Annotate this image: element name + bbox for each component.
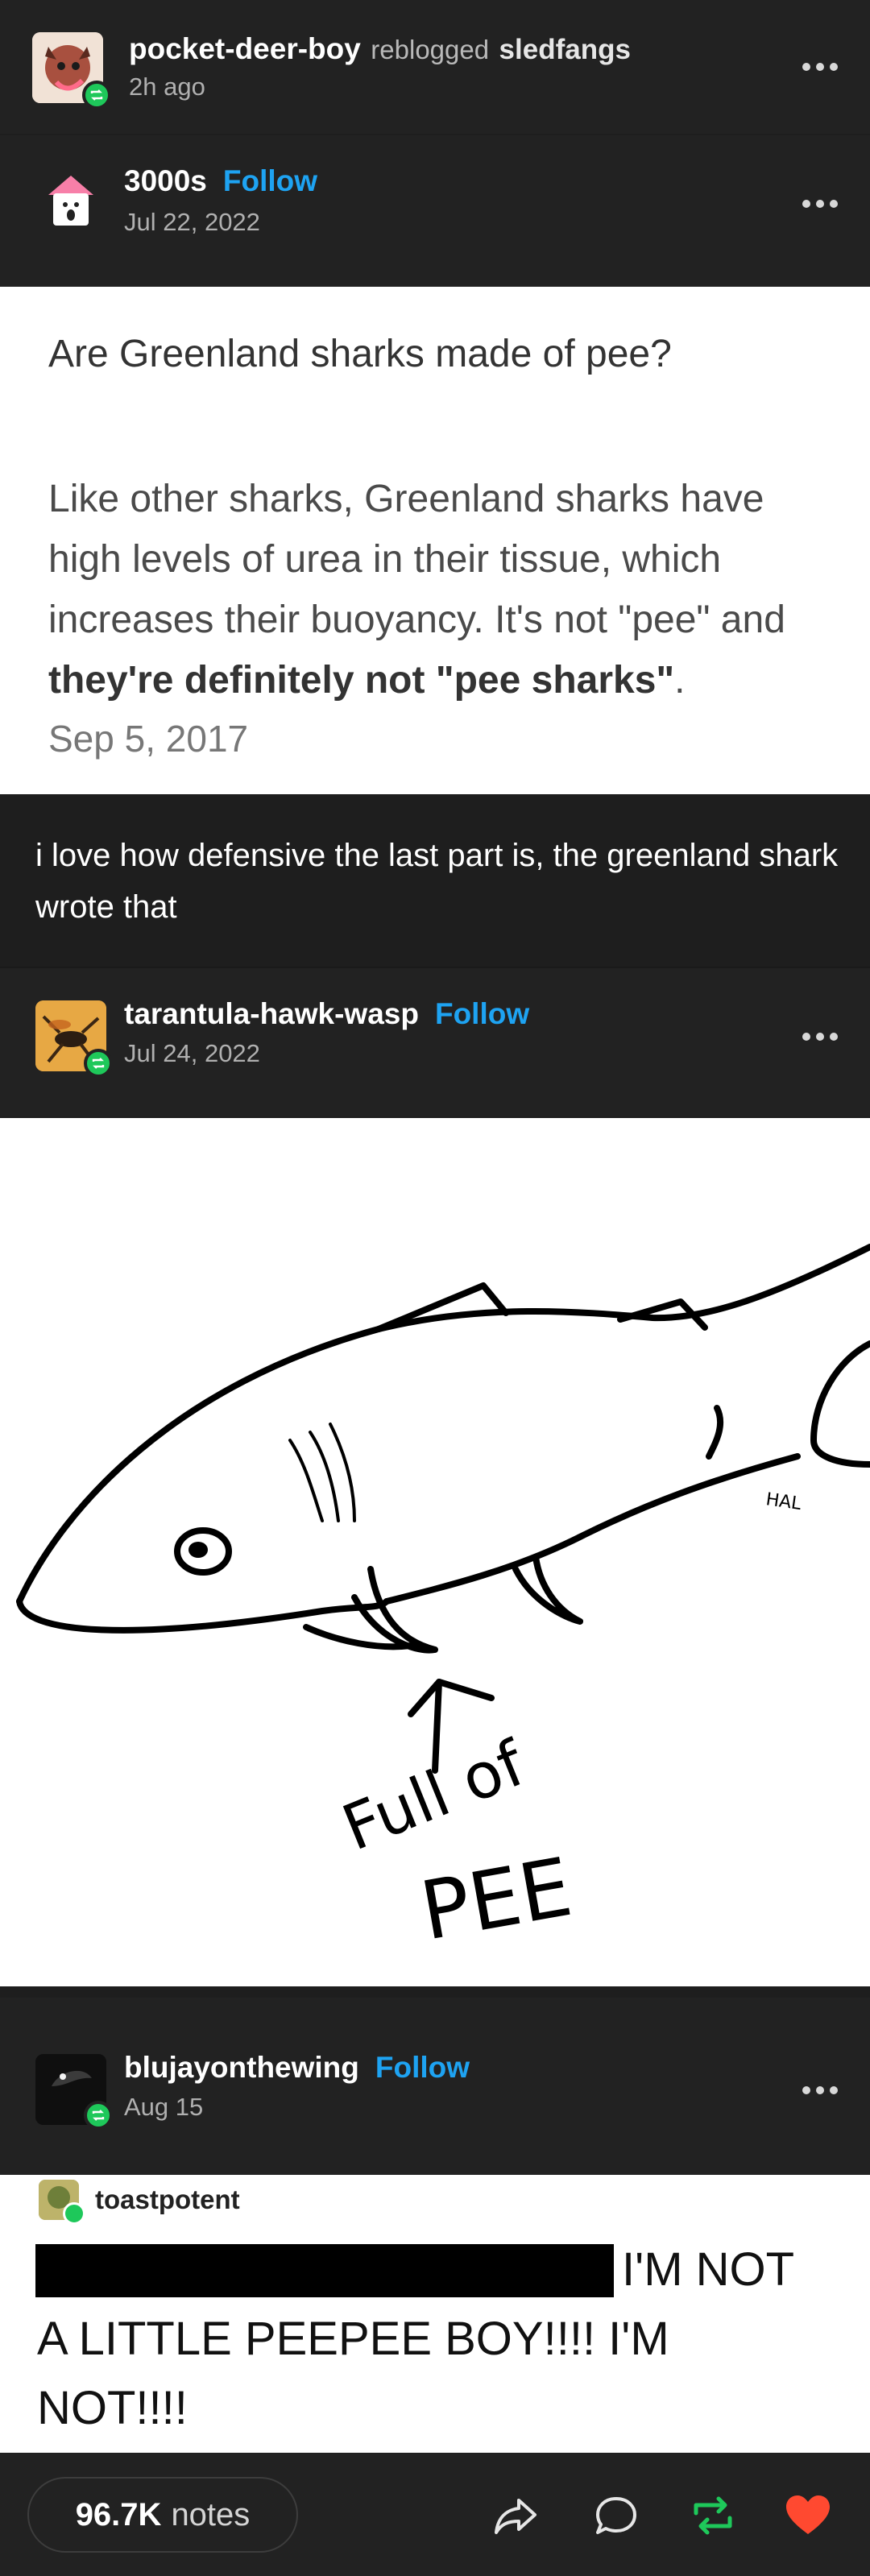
reblog-icon[interactable] — [690, 2494, 736, 2537]
more-icon[interactable] — [802, 2086, 838, 2094]
answer-date: Sep 5, 2017 — [48, 718, 249, 760]
shark-illustration: HAL Full of PEE — [16, 1244, 870, 1959]
notes-button[interactable]: 96.7K notes — [27, 2477, 298, 2553]
more-icon[interactable] — [802, 200, 838, 208]
post-title: 3000s Follow — [124, 164, 317, 198]
tweet-username: toastpotent — [95, 2185, 240, 2214]
blog-name[interactable]: blujayonthewing — [124, 2051, 359, 2085]
reblog-comment: i love how defensive the last part is, t… — [35, 838, 839, 925]
tweet-line-3: NOT!!!! — [37, 2382, 188, 2434]
post-title: blujayonthewing Follow — [124, 2051, 470, 2085]
reply-icon[interactable] — [593, 2494, 640, 2537]
share-icon[interactable] — [493, 2494, 540, 2537]
reblog-action: reblogged — [371, 35, 490, 64]
tweet-line-2: A LITTLE PEEPEE BOY!!!! I'M — [37, 2313, 669, 2365]
reblog-badge-icon — [84, 2101, 113, 2130]
artist-signature: HAL — [764, 1489, 803, 1514]
reblog-badge-icon — [84, 1049, 113, 1078]
blog-name[interactable]: 3000s — [124, 164, 207, 198]
answer-text: Like other sharks, Greenland sharks have… — [48, 478, 785, 641]
tweet-line-1: I'M NOT — [622, 2243, 795, 2296]
post-header-3000s: 3000s Follow Jul 22, 2022 — [0, 135, 870, 287]
follow-button[interactable]: Follow — [435, 997, 529, 1031]
more-icon[interactable] — [802, 63, 838, 71]
post-header-blujay: blujayonthewing Follow Aug 15 — [0, 1998, 870, 2175]
redaction-bar — [35, 2244, 614, 2297]
ask-answer: Like other sharks, Greenland sharks have… — [48, 469, 846, 710]
tumblr-post-view: pocket-deer-boy reblogged sledfangs 2h a… — [0, 0, 870, 2576]
answer-end: . — [674, 659, 686, 702]
reblog-time: 2h ago — [129, 72, 205, 101]
reblog-badge-icon — [63, 2202, 85, 2225]
blog-name[interactable]: tarantula-hawk-wasp — [124, 997, 419, 1031]
follow-button[interactable]: Follow — [375, 2051, 470, 2085]
post-footer: 96.7K notes — [0, 2454, 870, 2576]
shark-drawing: HAL Full of PEE — [0, 1118, 870, 1986]
reblogger-name[interactable]: pocket-deer-boy — [129, 32, 361, 65]
reblog-source[interactable]: sledfangs — [499, 34, 631, 65]
reblog-badge-icon — [82, 81, 111, 110]
post-title: tarantula-hawk-wasp Follow — [124, 997, 529, 1031]
notes-label: notes — [171, 2496, 251, 2533]
caption-pee: PEE — [414, 1840, 578, 1959]
like-icon[interactable] — [785, 2494, 831, 2537]
post-date: Jul 22, 2022 — [124, 208, 260, 236]
answer-bold-text: they're definitely not "pee sharks" — [48, 659, 675, 702]
follow-button[interactable]: Follow — [223, 164, 317, 198]
reblog-header: pocket-deer-boy reblogged sledfangs 2h a… — [0, 0, 870, 134]
more-icon[interactable] — [802, 1033, 838, 1041]
post-date: Aug 15 — [124, 2093, 204, 2121]
avatar[interactable] — [45, 171, 97, 229]
post-header-wasp: tarantula-hawk-wasp Follow Jul 24, 2022 — [0, 967, 870, 1116]
post-date: Jul 24, 2022 — [124, 1039, 260, 1067]
ask-question: Are Greenland sharks made of pee? — [48, 333, 672, 375]
reblog-title: pocket-deer-boy reblogged sledfangs — [129, 32, 631, 66]
notes-count: 96.7K — [75, 2496, 162, 2533]
